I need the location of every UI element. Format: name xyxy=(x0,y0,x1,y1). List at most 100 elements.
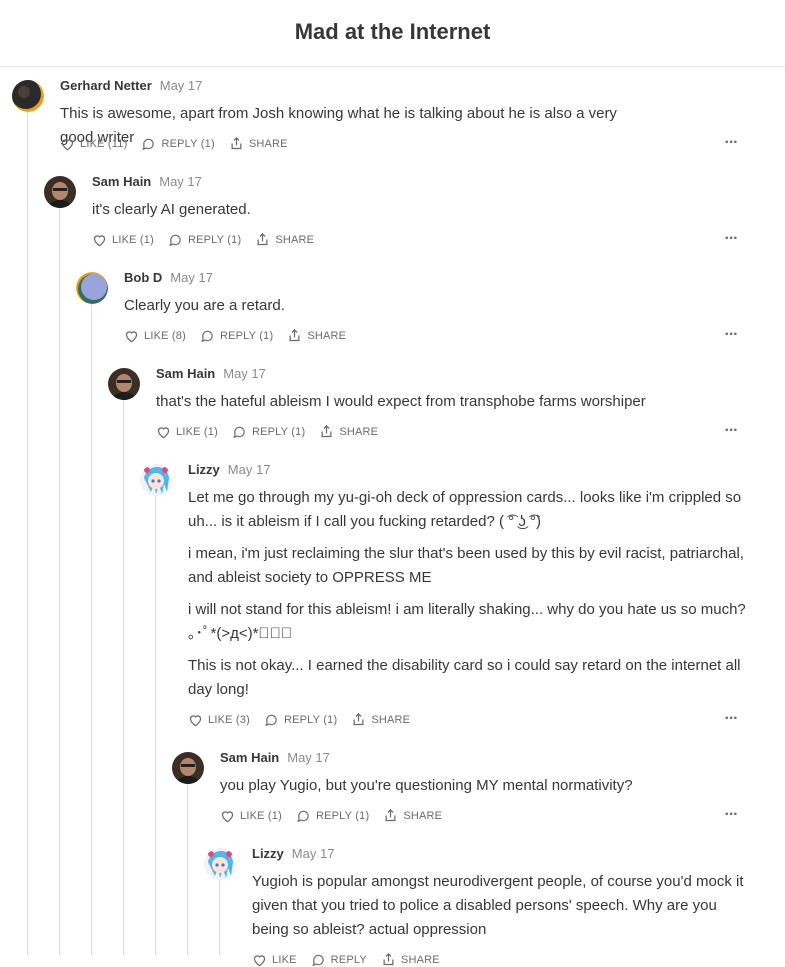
more-options-icon[interactable]: ··· xyxy=(722,422,740,439)
thread-line xyxy=(91,304,92,955)
author-name[interactable]: Sam Hain xyxy=(156,366,215,381)
like-button[interactable]: LIKE (1) xyxy=(92,233,154,247)
like-button[interactable]: LIKE (1) xyxy=(220,809,282,823)
share-icon xyxy=(383,952,394,966)
reply-label: REPLY (1) xyxy=(251,425,306,438)
author-name[interactable]: Sam Hain xyxy=(220,750,279,765)
comment-body: Let me go through my yu-gi-oh deck of op… xyxy=(188,486,748,710)
comment-body: Yugioh is popular amongst neurodivergent… xyxy=(252,870,752,950)
like-label: LIKE xyxy=(272,953,297,966)
author-name[interactable]: Sam Hain xyxy=(92,174,151,189)
comment-date[interactable]: May 17 xyxy=(159,174,202,189)
comment-date[interactable]: May 17 xyxy=(228,462,271,477)
reply-button[interactable]: REPLY (1) xyxy=(296,809,369,823)
more-options-icon[interactable]: ··· xyxy=(722,134,740,151)
author-name[interactable]: Gerhard Netter xyxy=(60,78,152,93)
comment-header: Sam Hain May 17 xyxy=(220,750,330,765)
comment-body: Clearly you are a retard. xyxy=(124,294,684,326)
avatar[interactable] xyxy=(204,848,236,880)
avatar[interactable] xyxy=(108,368,140,400)
share-button[interactable]: SHARE xyxy=(383,808,442,823)
reply-label: REPLY (1) xyxy=(187,233,242,246)
avatar[interactable] xyxy=(140,464,172,496)
comment-date[interactable]: May 17 xyxy=(170,270,213,285)
avatar[interactable] xyxy=(76,272,108,304)
reply-label: REPLY (1) xyxy=(161,137,215,150)
reply-button[interactable]: REPLY (1) xyxy=(168,233,241,247)
avatar[interactable] xyxy=(12,80,44,112)
share-icon xyxy=(289,328,300,342)
share-button[interactable]: SHARE xyxy=(255,232,314,247)
page-header: Mad at the Internet xyxy=(0,0,785,67)
comment-date[interactable]: May 17 xyxy=(292,846,335,861)
heart-icon xyxy=(93,234,106,246)
heart-icon xyxy=(61,138,74,150)
share-label: SHARE xyxy=(371,713,411,726)
author-name[interactable]: Lizzy xyxy=(188,462,220,477)
comment-text: This is not okay... I earned the disabil… xyxy=(188,657,741,698)
speech-bubble-icon xyxy=(169,234,181,246)
thread-line xyxy=(27,112,28,955)
speech-bubble-icon xyxy=(201,330,213,342)
speech-bubble-icon xyxy=(265,714,277,726)
like-label: LIKE (11) xyxy=(80,137,128,150)
speech-bubble-icon xyxy=(233,426,245,438)
like-button[interactable]: LIKE (3) xyxy=(188,713,250,727)
comment-text: Clearly you are a retard. xyxy=(124,297,285,314)
comment-actions: LIKE (1) REPLY (1) SHARE xyxy=(92,232,328,247)
comment-text: i mean, i'm just reclaiming the slur tha… xyxy=(188,545,744,586)
reply-button[interactable]: REPLY (1) xyxy=(232,425,305,439)
comment-text: Yugioh is popular amongst neurodivergent… xyxy=(252,873,744,938)
share-label: SHARE xyxy=(248,137,288,150)
avatar[interactable] xyxy=(172,752,204,784)
reply-label: REPLY xyxy=(330,953,367,966)
reply-label: REPLY (1) xyxy=(283,713,338,726)
share-button[interactable]: SHARE xyxy=(319,424,378,439)
avatar[interactable] xyxy=(44,176,76,208)
heart-icon xyxy=(157,426,170,438)
thread-line xyxy=(123,400,124,955)
share-button[interactable]: SHARE xyxy=(287,328,346,343)
more-options-icon[interactable]: ··· xyxy=(722,806,740,823)
comment-text: you play Yugio, but you're questioning M… xyxy=(220,777,633,794)
comment-header: Sam Hain May 17 xyxy=(92,174,202,189)
comment-header: Bob D May 17 xyxy=(124,270,213,285)
share-button[interactable]: SHARE xyxy=(351,712,410,727)
like-button[interactable]: LIKE (1) xyxy=(156,425,218,439)
comment-actions: LIKE (1) REPLY (1) SHARE xyxy=(220,808,456,823)
comment-date[interactable]: May 17 xyxy=(287,750,330,765)
comment-body: you play Yugio, but you're questioning M… xyxy=(220,774,740,806)
more-options-icon[interactable]: ··· xyxy=(722,326,740,343)
share-icon xyxy=(353,712,364,726)
comment-actions: LIKE (3) REPLY (1) SHARE xyxy=(188,712,424,727)
comment-text: that's the hateful ableism I would expec… xyxy=(156,393,646,410)
comment-actions: LIKE (1) REPLY (1) SHARE xyxy=(156,424,392,439)
page-title: Mad at the Internet xyxy=(294,19,491,44)
share-button[interactable]: SHARE xyxy=(229,136,288,151)
reply-button[interactable]: REPLY (1) xyxy=(141,137,215,151)
share-label: SHARE xyxy=(403,809,443,822)
author-name[interactable]: Bob D xyxy=(124,270,162,285)
heart-icon xyxy=(221,810,234,822)
reply-button[interactable]: REPLY (1) xyxy=(200,329,273,343)
comment-date[interactable]: May 17 xyxy=(160,78,203,93)
share-icon xyxy=(385,808,396,822)
reply-button[interactable]: REPLY (1) xyxy=(264,713,337,727)
comment-body: that's the hateful ableism I would expec… xyxy=(156,390,716,422)
like-label: LIKE (1) xyxy=(240,809,282,822)
share-label: SHARE xyxy=(307,329,347,342)
thread-line xyxy=(59,208,60,955)
comment-header: Gerhard Netter May 17 xyxy=(60,78,202,93)
share-label: SHARE xyxy=(400,953,440,966)
heart-icon xyxy=(189,714,202,726)
more-options-icon[interactable]: ··· xyxy=(722,710,740,727)
comment-header: Lizzy May 17 xyxy=(252,846,334,861)
author-name[interactable]: Lizzy xyxy=(252,846,284,861)
like-button[interactable]: LIKE (11) xyxy=(60,137,127,151)
comment-header: Lizzy May 17 xyxy=(188,462,270,477)
more-options-icon[interactable]: ··· xyxy=(722,230,740,247)
comment-date[interactable]: May 17 xyxy=(223,366,266,381)
speech-bubble-icon xyxy=(142,138,155,150)
like-button[interactable]: LIKE (8) xyxy=(124,329,186,343)
share-button[interactable]: SHARE xyxy=(381,952,440,967)
